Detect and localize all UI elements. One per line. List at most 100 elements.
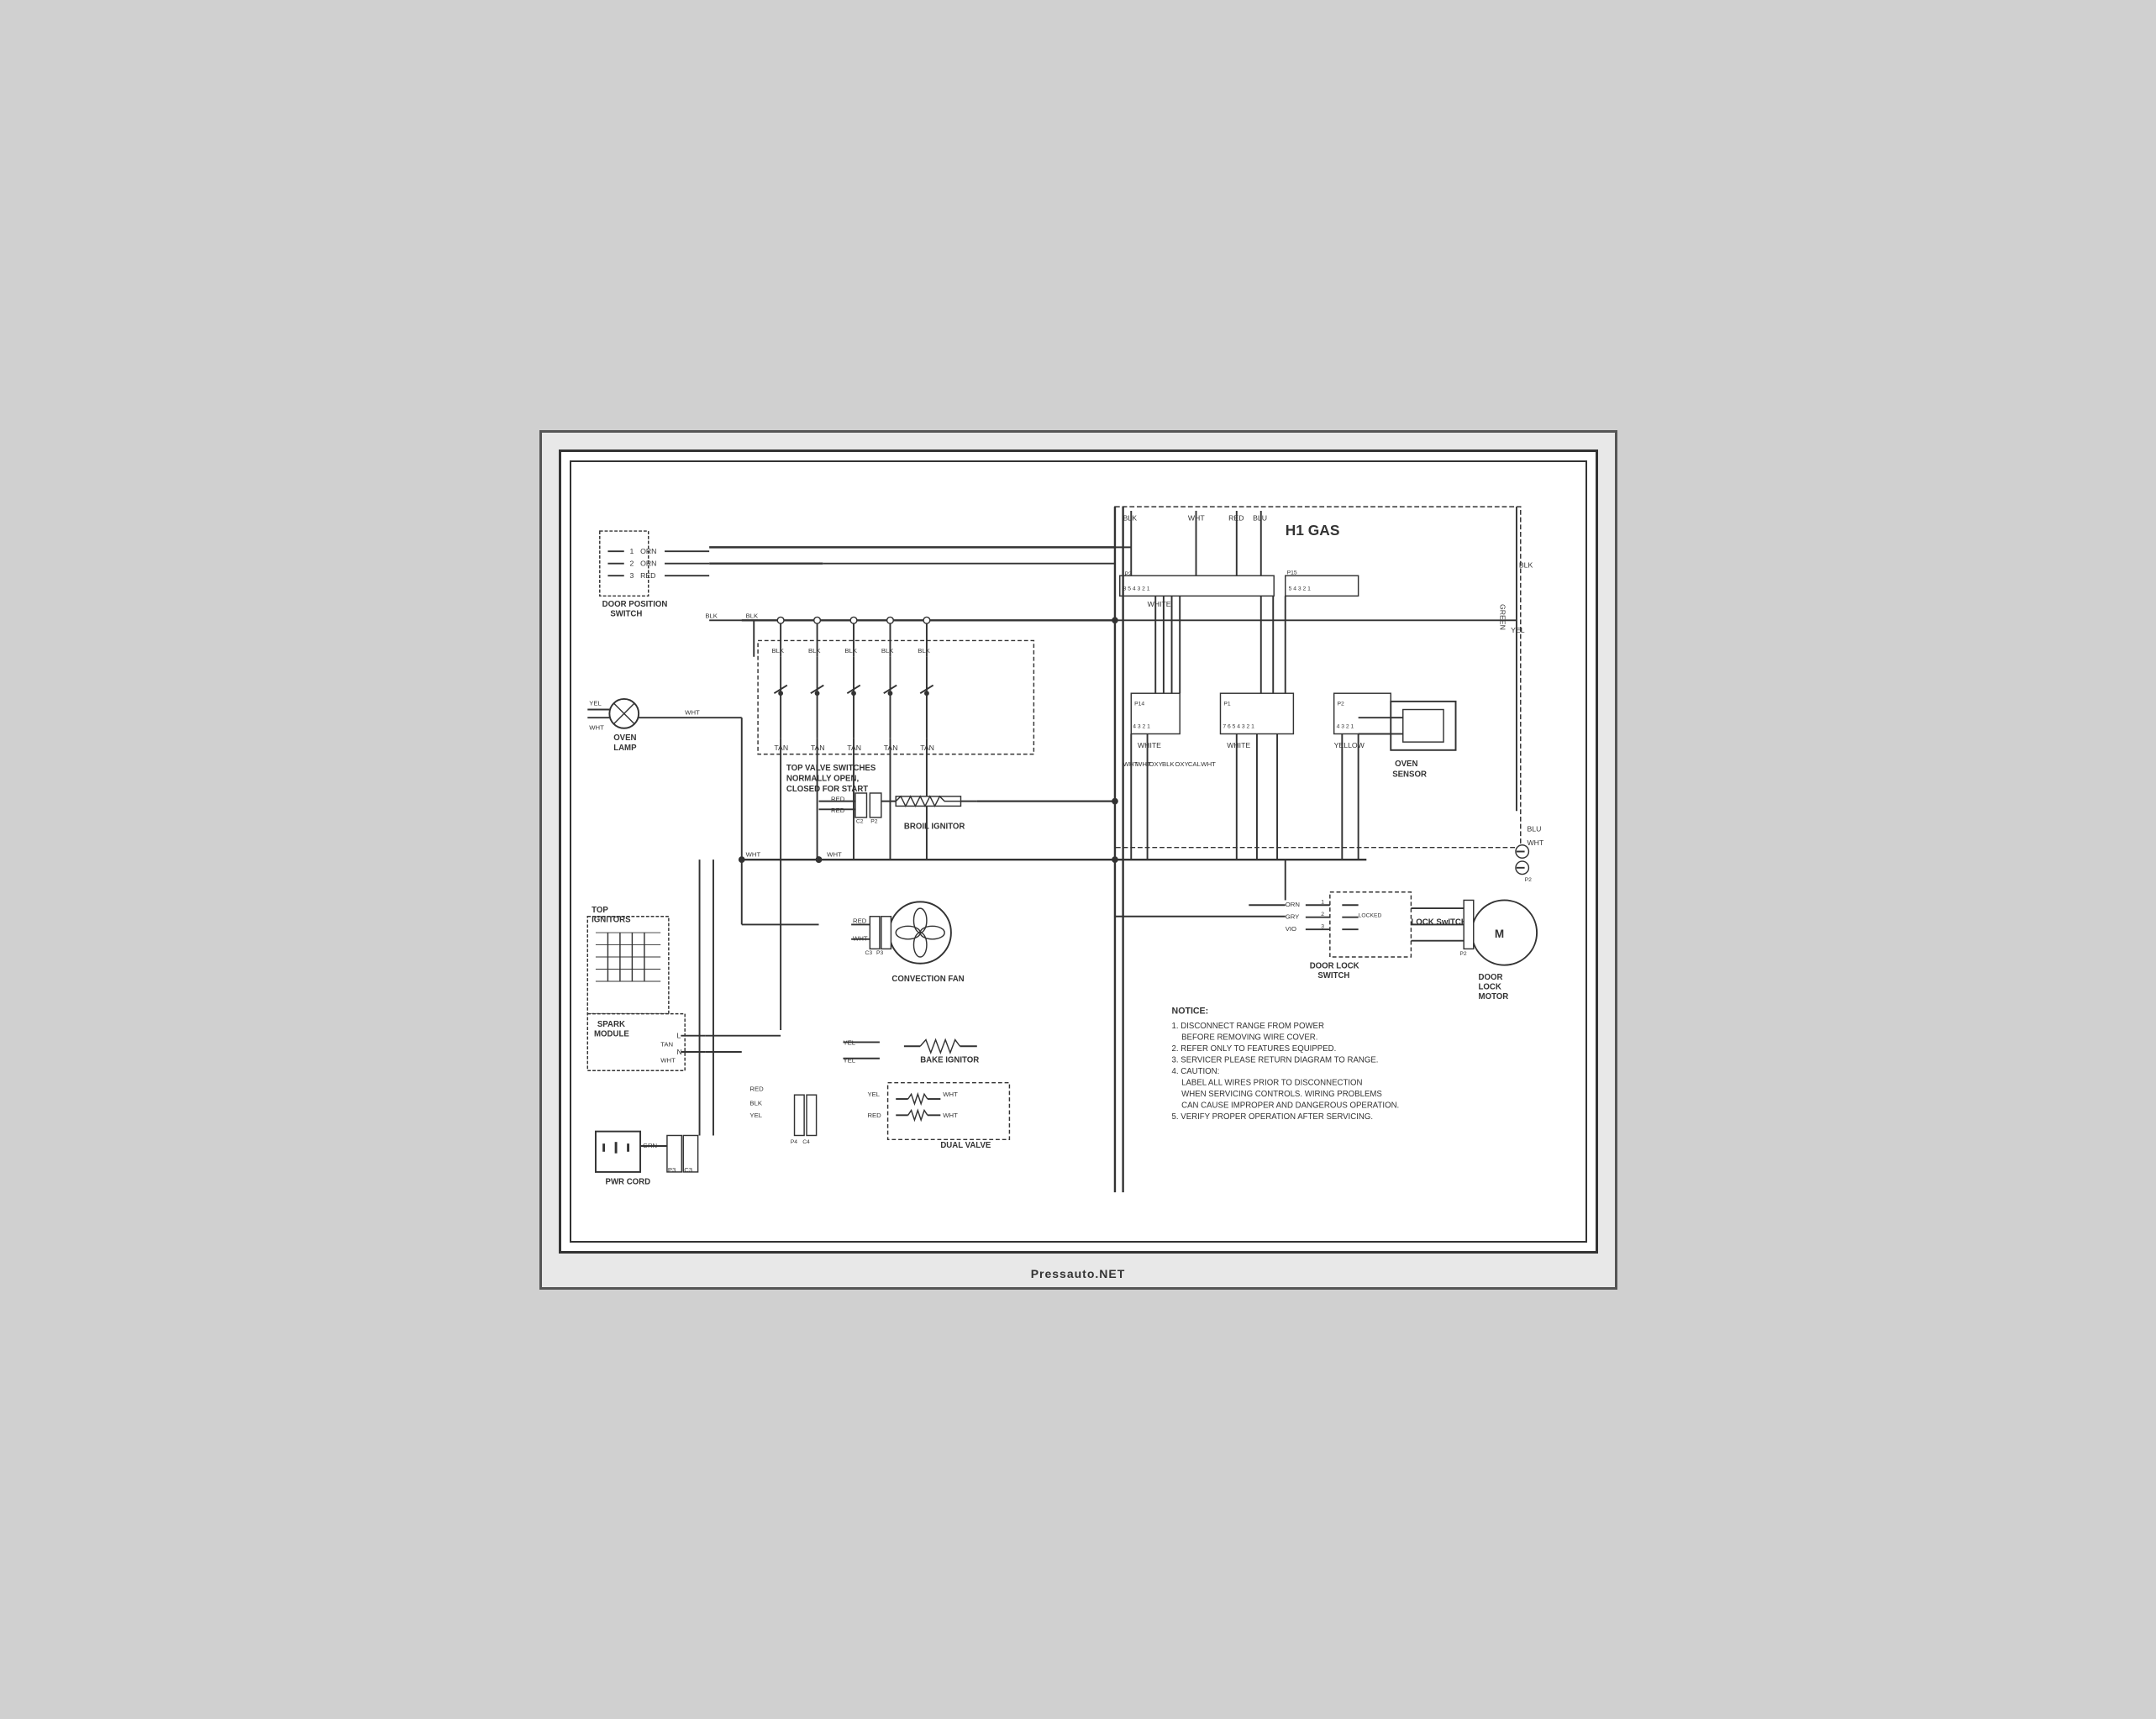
svg-text:SPARK: SPARK [597, 1020, 624, 1029]
svg-text:P4: P4 [790, 1139, 797, 1145]
svg-text:WHT: WHT [1527, 838, 1543, 846]
svg-text:TOP VALVE SWITCHES: TOP VALVE SWITCHES [786, 763, 876, 772]
svg-text:3: 3 [1321, 923, 1324, 929]
svg-text:LOCK SwITCH: LOCK SwITCH [1411, 917, 1466, 927]
svg-text:YEL: YEL [867, 1091, 880, 1098]
svg-text:SENSOR: SENSOR [1392, 770, 1427, 779]
svg-text:OVEN: OVEN [1395, 760, 1417, 769]
page-container: 1 2 3 ORN ORN RED DOOR POSITION SWITCH [539, 430, 1617, 1290]
svg-text:TAN: TAN [660, 1040, 673, 1048]
svg-text:OXY: OXY [1149, 760, 1162, 768]
svg-text:VIO: VIO [1285, 925, 1296, 933]
svg-text:C3: C3 [684, 1165, 692, 1173]
svg-text:1. DISCONNECT RANGE FROM POWER: 1. DISCONNECT RANGE FROM POWER [1171, 1022, 1323, 1031]
svg-text:2: 2 [1321, 911, 1324, 917]
diagram-inner: 1 2 3 ORN ORN RED DOOR POSITION SWITCH [570, 460, 1587, 1243]
svg-text:2. REFER ONLY TO FEATURES EQUI: 2. REFER ONLY TO FEATURES EQUIPPED. [1171, 1044, 1336, 1054]
svg-text:3: 3 [629, 571, 634, 580]
svg-text:BLK: BLK [918, 646, 930, 654]
svg-text:P1: P1 [1223, 701, 1231, 707]
svg-text:LOCK: LOCK [1478, 982, 1501, 991]
svg-text:P2: P2 [1524, 877, 1532, 883]
svg-text:BLK: BLK [771, 646, 784, 654]
svg-text:CONVECTION FAN: CONVECTION FAN [891, 975, 964, 984]
svg-text:3. SERVICER PLEASE RETURN DIAG: 3. SERVICER PLEASE RETURN DIAGRAM TO RAN… [1171, 1055, 1378, 1065]
svg-text:NORMALLY OPEN,: NORMALLY OPEN, [786, 774, 859, 783]
svg-text:WHITE: WHITE [1137, 740, 1160, 749]
svg-text:YEL: YEL [589, 699, 602, 707]
svg-text:P15: P15 [1286, 570, 1296, 576]
svg-text:GREEN: GREEN [1498, 603, 1507, 629]
svg-text:4. CAUTION:: 4. CAUTION: [1171, 1067, 1219, 1076]
svg-text:RED: RED [830, 807, 844, 814]
svg-text:P2: P2 [1459, 951, 1467, 957]
svg-text:1: 1 [629, 547, 634, 555]
svg-text:LABEL ALL WIRES PRIOR TO DISCO: LABEL ALL WIRES PRIOR TO DISCONNECTION [1181, 1078, 1362, 1087]
svg-text:CAL: CAL [1187, 760, 1201, 768]
svg-text:SWITCH: SWITCH [1317, 971, 1349, 980]
svg-text:WHT: WHT [685, 708, 700, 716]
svg-text:YEL: YEL [749, 1112, 762, 1119]
svg-text:DUAL VALVE: DUAL VALVE [940, 1140, 991, 1149]
svg-text:WHITE: WHITE [1147, 599, 1170, 607]
svg-text:BAKE IGNITOR: BAKE IGNITOR [920, 1055, 979, 1065]
svg-text:WHITE: WHITE [1227, 740, 1250, 749]
wiring-diagram-svg: 1 2 3 ORN ORN RED DOOR POSITION SWITCH [571, 462, 1585, 1241]
svg-text:BLU: BLU [1527, 824, 1541, 833]
svg-text:RED: RED [640, 571, 655, 580]
svg-text:WHT: WHT [943, 1091, 958, 1098]
svg-text:8 5 4 3 2 1: 8 5 4 3 2 1 [1123, 586, 1149, 591]
svg-text:WHT: WHT [827, 850, 842, 858]
svg-text:P3: P3 [876, 950, 884, 956]
svg-text:DOOR POSITION: DOOR POSITION [602, 599, 667, 608]
svg-text:BROIL IGNITOR: BROIL IGNITOR [903, 822, 965, 831]
svg-text:WHT: WHT [745, 850, 760, 858]
svg-text:C2: C2 [855, 818, 863, 824]
svg-text:BLK: BLK [1123, 513, 1137, 522]
svg-text:C4: C4 [802, 1139, 810, 1145]
svg-text:OVEN: OVEN [613, 733, 636, 743]
svg-text:BLK: BLK [749, 1099, 762, 1107]
svg-text:BLK: BLK [1161, 760, 1174, 768]
svg-text:ORN: ORN [1285, 901, 1299, 908]
svg-text:4 3 2 1: 4 3 2 1 [1133, 723, 1150, 729]
svg-text:M: M [1494, 927, 1503, 939]
svg-text:H1 GAS: H1 GAS [1285, 521, 1339, 538]
svg-text:LAMP: LAMP [613, 743, 637, 752]
svg-text:IGNITORS: IGNITORS [592, 915, 631, 924]
svg-text:MOTOR: MOTOR [1478, 992, 1508, 1001]
svg-text:RED: RED [867, 1112, 881, 1119]
svg-text:YEL: YEL [1511, 625, 1525, 633]
svg-text:DOOR LOCK: DOOR LOCK [1309, 961, 1359, 970]
svg-text:ORN: ORN [640, 547, 656, 555]
svg-text:RED: RED [853, 917, 867, 924]
svg-text:ORN: ORN [640, 559, 656, 567]
svg-text:P14: P14 [1134, 701, 1144, 707]
svg-text:P3: P3 [667, 1165, 675, 1173]
svg-text:YELLOW: YELLOW [1333, 740, 1365, 749]
svg-text:5 4 3 2 1: 5 4 3 2 1 [1288, 586, 1311, 591]
svg-text:GRY: GRY [1285, 912, 1299, 920]
svg-text:WHEN SERVICING CONTROLS. WIRIN: WHEN SERVICING CONTROLS. WIRING PROBLEMS [1181, 1090, 1382, 1099]
svg-text:BLK: BLK [705, 612, 718, 619]
svg-text:BLK: BLK [745, 612, 758, 619]
svg-text:PWR CORD: PWR CORD [605, 1177, 650, 1186]
svg-text:1: 1 [1321, 899, 1324, 905]
svg-text:WHT: WHT [589, 723, 604, 731]
diagram-frame: 1 2 3 ORN ORN RED DOOR POSITION SWITCH [559, 449, 1598, 1254]
svg-text:5. VERIFY PROPER OPERATION AFT: 5. VERIFY PROPER OPERATION AFTER SERVICI… [1171, 1112, 1372, 1122]
svg-text:RED: RED [749, 1085, 764, 1092]
watermark: Pressauto.NET [1031, 1267, 1126, 1280]
svg-text:P2: P2 [1124, 571, 1132, 577]
svg-text:OXY: OXY [1175, 760, 1188, 768]
svg-text:TOP: TOP [592, 905, 608, 914]
svg-text:BLU: BLU [1253, 513, 1267, 522]
svg-text:P2: P2 [870, 818, 878, 824]
svg-text:SWITCH: SWITCH [610, 609, 642, 618]
svg-text:WHT: WHT [660, 1056, 676, 1064]
svg-text:LOCKED: LOCKED [1358, 912, 1381, 918]
svg-text:CAN CAUSE IMPROPER AND DANGERO: CAN CAUSE IMPROPER AND DANGEROUS OPERATI… [1181, 1101, 1399, 1110]
svg-text:DOOR: DOOR [1478, 973, 1502, 982]
svg-text:C3: C3 [865, 950, 872, 956]
svg-text:7 6 5 4 3 2 1: 7 6 5 4 3 2 1 [1223, 723, 1254, 729]
